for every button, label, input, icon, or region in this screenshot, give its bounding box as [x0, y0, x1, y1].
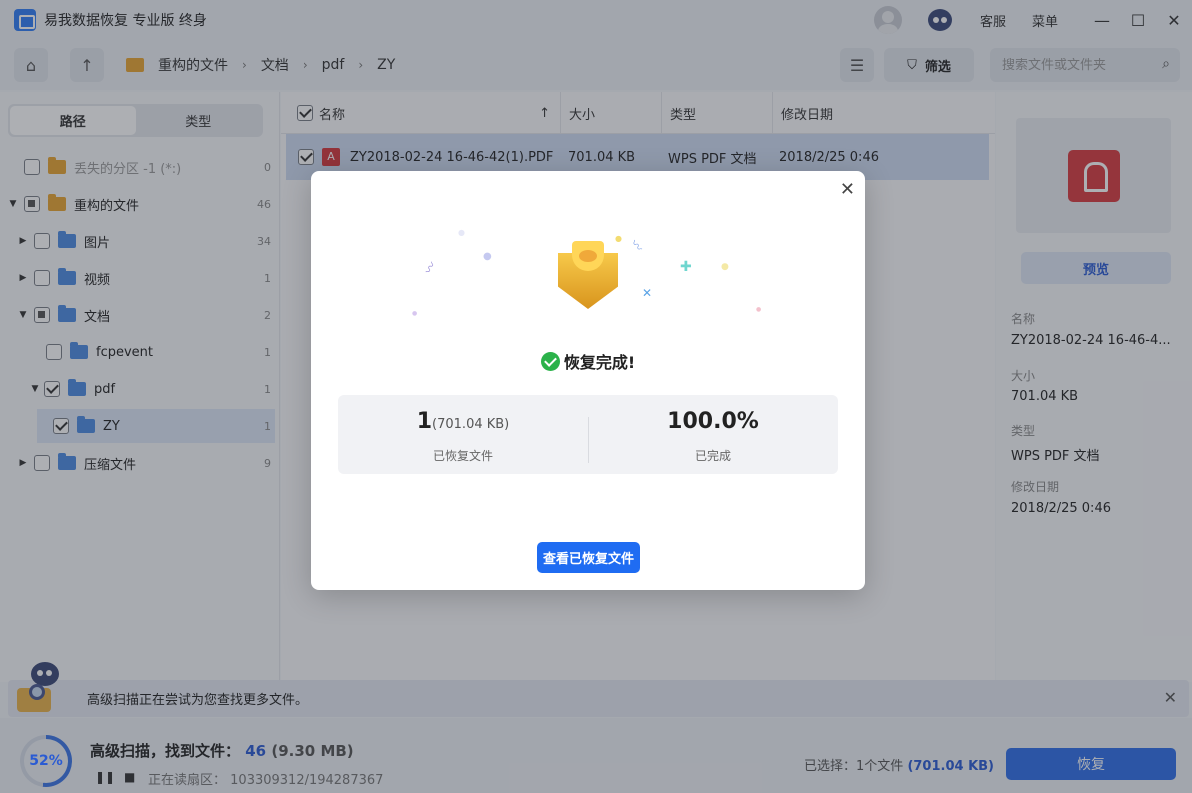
stat-recovered-label: 已恢复文件 [432, 449, 493, 463]
recovered-count: 1 [416, 409, 433, 434]
progress-percent: 52% [29, 753, 63, 769]
recovery-complete-dialog: ✕ 〰 ● ● ● 〰 ✚ ✕ ● ● ● 恢复完成! 1(701.04 KB)… [311, 171, 865, 590]
confetti-decoration: ● [412, 310, 418, 317]
confetti-decoration: ✕ [642, 286, 653, 300]
stat-completed: 100.0% 已完成 [588, 395, 838, 474]
check-circle-icon [540, 351, 560, 371]
done-text: 恢复完成! [563, 353, 636, 372]
confetti-decoration: ✚ [680, 259, 692, 275]
stat-completed-label: 已完成 [694, 449, 731, 463]
confetti-decoration: ● [483, 251, 492, 262]
stat-completed-value: 100.0% [667, 409, 759, 434]
recovered-size: (701.04 KB) [432, 417, 510, 432]
done-heading: 恢复完成! [311, 349, 865, 373]
confetti-decoration: ● [458, 228, 465, 237]
confetti-decoration: ● [756, 306, 762, 313]
confetti-decoration: 〰 [421, 259, 440, 277]
confetti-decoration: 〰 [627, 236, 646, 255]
trophy-icon [548, 233, 628, 311]
stat-recovered-value: 1(701.04 KB) [338, 409, 588, 434]
recovery-stats: 1(701.04 KB) 已恢复文件 100.0% 已完成 [338, 395, 838, 474]
confetti-decoration: ● [721, 262, 729, 272]
close-icon[interactable]: ✕ [840, 179, 855, 200]
stat-recovered: 1(701.04 KB) 已恢复文件 [338, 395, 588, 474]
view-recovered-files-button[interactable]: 查看已恢复文件 [537, 542, 640, 573]
